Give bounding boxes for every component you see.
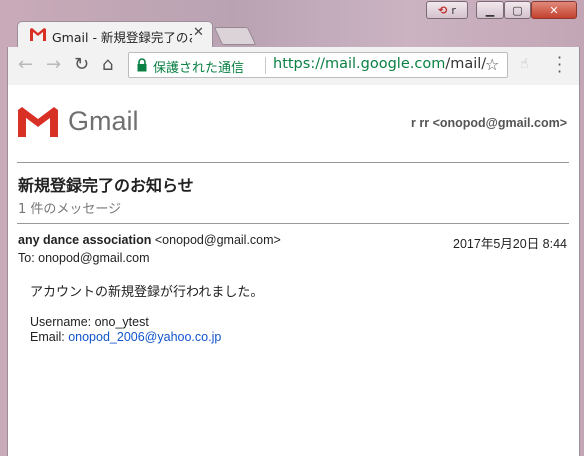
extension-icon[interactable]: ☝ bbox=[520, 56, 529, 72]
tab-close-icon[interactable]: ✕ bbox=[193, 25, 204, 40]
address-separator bbox=[265, 57, 266, 74]
maximize-button[interactable]: ▢ bbox=[504, 1, 531, 19]
profile-button[interactable]: ⟲ r bbox=[426, 1, 468, 19]
url-path: /mail/ bbox=[445, 56, 487, 72]
account-label: r rr <onopod@gmail.com> bbox=[411, 116, 567, 130]
back-arrow-icon[interactable]: ← bbox=[18, 54, 33, 75]
gmail-logo-icon bbox=[18, 107, 58, 137]
sender-name: any dance association bbox=[18, 233, 152, 247]
divider bbox=[17, 223, 569, 224]
message-count: 1 件のメッセージ bbox=[18, 202, 122, 217]
home-icon[interactable]: ⌂ bbox=[102, 54, 113, 75]
email-label: Email: bbox=[30, 330, 69, 344]
username-label: Username: bbox=[30, 315, 95, 329]
sender-email: <onopod@gmail.com> bbox=[154, 233, 281, 247]
username-line: Username: ono_ytest bbox=[30, 315, 149, 329]
profile-label: r bbox=[451, 3, 456, 17]
menu-dots-icon[interactable]: · · · bbox=[557, 50, 562, 80]
url-text: https://mail.google.com/mail/ bbox=[273, 56, 486, 72]
browser-tab[interactable]: Gmail - 新規登録完了のお ✕ bbox=[17, 21, 213, 47]
lock-icon bbox=[137, 58, 147, 72]
minimize-button[interactable]: ▁ bbox=[476, 1, 504, 19]
username-value: ono_ytest bbox=[94, 315, 149, 329]
reload-icon[interactable]: ↻ bbox=[74, 54, 89, 75]
message-body-line: アカウントの新規登録が行われました。 bbox=[30, 285, 264, 300]
tab-title: Gmail - 新規登録完了のお bbox=[52, 30, 192, 45]
recipient: To: onopod@gmail.com bbox=[18, 251, 150, 265]
url-origin: https://mail.google.com bbox=[273, 56, 446, 72]
forward-arrow-icon[interactable]: → bbox=[46, 54, 61, 75]
close-window-button[interactable]: ✕ bbox=[531, 1, 577, 19]
divider bbox=[17, 162, 569, 163]
message-date: 2017年5月20日 8:44 bbox=[453, 237, 567, 251]
page-content: Gmail r rr <onopod@gmail.com> 新規登録完了のお知ら… bbox=[7, 85, 580, 456]
profile-icon: ⟲ bbox=[438, 3, 448, 17]
browser-toolbar: ← → ↻ ⌂ 保護された通信 https://mail.google.com/… bbox=[7, 47, 580, 85]
bookmark-star-icon[interactable]: ☆ bbox=[485, 55, 499, 74]
gmail-favicon-icon bbox=[30, 28, 46, 41]
address-bar[interactable]: 保護された通信 https://mail.google.com/mail/ ☆ bbox=[128, 52, 508, 78]
maximize-icon: ▢ bbox=[512, 3, 523, 17]
email-link[interactable]: onopod_2006@yahoo.co.jp bbox=[68, 330, 221, 344]
minimize-icon: ▁ bbox=[485, 3, 495, 17]
gmail-logo-text: Gmail bbox=[68, 106, 139, 136]
close-icon: ✕ bbox=[549, 3, 559, 17]
email-line: Email: onopod_2006@yahoo.co.jp bbox=[30, 330, 221, 344]
message-subject: 新規登録完了のお知らせ bbox=[18, 176, 194, 195]
sender: any dance association <onopod@gmail.com> bbox=[18, 233, 281, 247]
security-label: 保護された通信 bbox=[153, 61, 245, 76]
